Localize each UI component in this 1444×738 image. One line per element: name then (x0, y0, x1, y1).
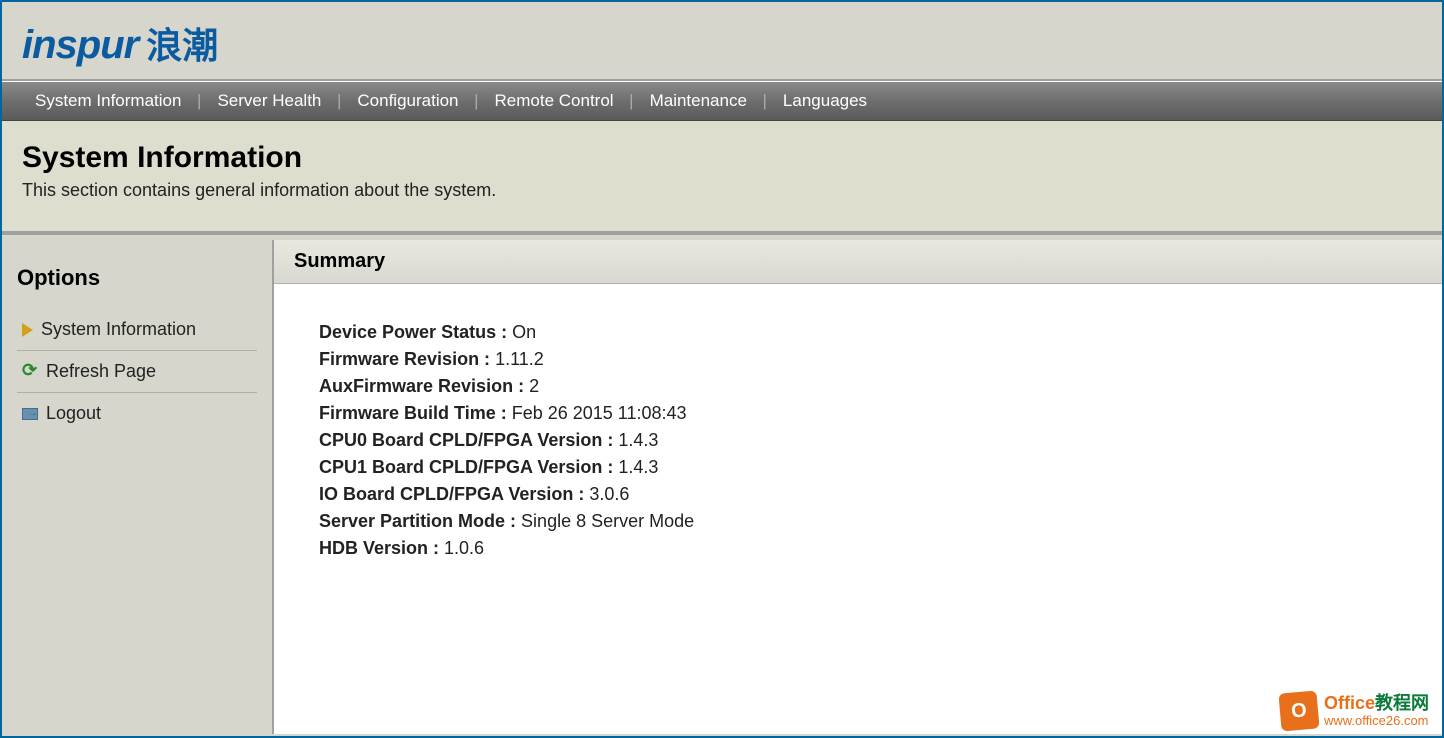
watermark-url: www.office26.com (1324, 714, 1429, 728)
refresh-icon (22, 364, 38, 380)
content-area: Options System Information Refresh Page … (2, 235, 1442, 734)
sidebar-item-label: Logout (46, 403, 101, 424)
sidebar-item-label: Refresh Page (46, 361, 156, 382)
sidebar-item-refresh-page[interactable]: Refresh Page (17, 351, 257, 393)
app-frame: inspur 浪潮 System Information Server Heal… (0, 0, 1444, 738)
row-cpu1-board-version: CPU1 Board CPLD/FPGA Version : 1.4.3 (319, 454, 1397, 481)
watermark-office: Office (1324, 693, 1375, 713)
info-label: CPU0 Board CPLD/FPGA Version : (319, 430, 613, 450)
row-firmware-build-time: Firmware Build Time : Feb 26 2015 11:08:… (319, 400, 1397, 427)
panel-body: Device Power Status : On Firmware Revisi… (274, 284, 1442, 597)
logout-icon (22, 406, 38, 422)
sidebar: Options System Information Refresh Page … (2, 235, 272, 734)
watermark-cn: 教程网 (1375, 693, 1429, 713)
info-value: 2 (524, 376, 539, 396)
page-subtitle: This section contains general informatio… (22, 180, 1422, 201)
info-value: On (507, 322, 536, 342)
sidebar-title: Options (17, 265, 257, 291)
watermark-text: Office教程网 www.office26.com (1324, 694, 1429, 728)
info-value: 1.11.2 (490, 349, 544, 369)
logo: inspur 浪潮 (22, 17, 218, 69)
info-value: 1.0.6 (439, 538, 484, 558)
watermark-line1: Office教程网 (1324, 694, 1429, 714)
info-label: Device Power Status : (319, 322, 507, 342)
info-label: Server Partition Mode : (319, 511, 516, 531)
info-value: 1.4.3 (613, 430, 658, 450)
panel-title: Summary (274, 240, 1442, 284)
info-value: Single 8 Server Mode (516, 511, 694, 531)
watermark: O Office教程网 www.office26.com (1280, 692, 1429, 730)
sidebar-item-logout[interactable]: Logout (17, 393, 257, 434)
row-hdb-version: HDB Version : 1.0.6 (319, 535, 1397, 562)
info-value: 3.0.6 (584, 484, 629, 504)
nav-server-health[interactable]: Server Health (199, 91, 339, 111)
logo-text: inspur (22, 23, 138, 68)
row-device-power-status: Device Power Status : On (319, 319, 1397, 346)
info-label: Firmware Build Time : (319, 403, 507, 423)
info-label: Firmware Revision : (319, 349, 490, 369)
info-value: Feb 26 2015 11:08:43 (507, 403, 687, 423)
main-panel: Summary Device Power Status : On Firmwar… (272, 240, 1442, 734)
logo-cn: 浪潮 (146, 17, 218, 69)
row-io-board-version: IO Board CPLD/FPGA Version : 3.0.6 (319, 481, 1397, 508)
sidebar-item-label: System Information (41, 319, 196, 340)
watermark-icon: O (1278, 690, 1319, 731)
nav-bar: System Information Server Health Configu… (2, 81, 1442, 121)
info-label: HDB Version : (319, 538, 439, 558)
row-cpu0-board-version: CPU0 Board CPLD/FPGA Version : 1.4.3 (319, 427, 1397, 454)
nav-system-information[interactable]: System Information (17, 91, 199, 111)
triangle-icon (22, 323, 33, 337)
header-bar: inspur 浪潮 (2, 2, 1442, 81)
row-firmware-revision: Firmware Revision : 1.11.2 (319, 346, 1397, 373)
info-label: CPU1 Board CPLD/FPGA Version : (319, 457, 613, 477)
page-header: System Information This section contains… (2, 121, 1442, 235)
nav-maintenance[interactable]: Maintenance (632, 91, 765, 111)
row-server-partition-mode: Server Partition Mode : Single 8 Server … (319, 508, 1397, 535)
nav-remote-control[interactable]: Remote Control (477, 91, 632, 111)
info-label: AuxFirmware Revision : (319, 376, 524, 396)
sidebar-item-system-information[interactable]: System Information (17, 309, 257, 351)
info-label: IO Board CPLD/FPGA Version : (319, 484, 584, 504)
page-title: System Information (22, 141, 1422, 175)
row-auxfirmware-revision: AuxFirmware Revision : 2 (319, 373, 1397, 400)
info-value: 1.4.3 (613, 457, 658, 477)
nav-languages[interactable]: Languages (765, 91, 885, 111)
nav-configuration[interactable]: Configuration (339, 91, 476, 111)
